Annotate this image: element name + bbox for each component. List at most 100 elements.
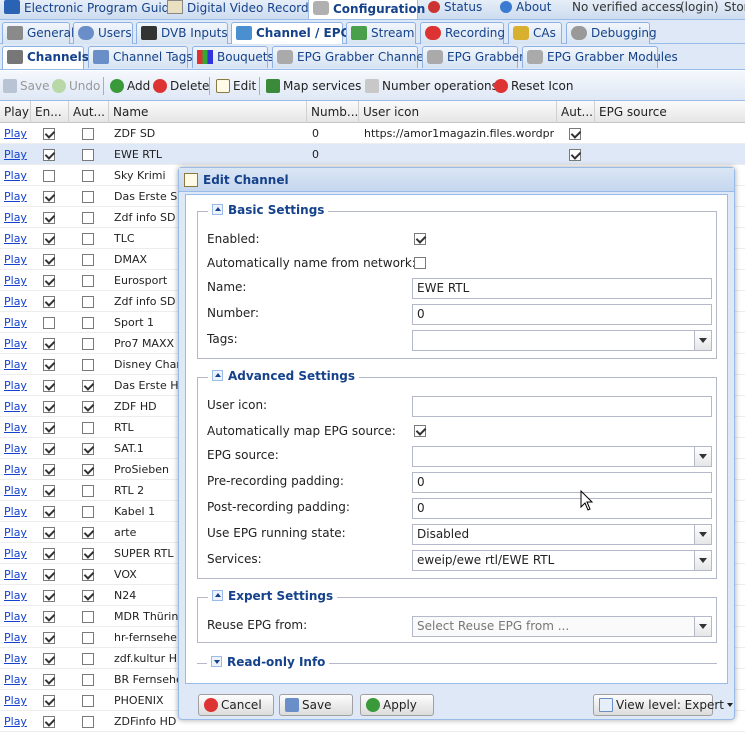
pre-padding-input[interactable]: 0 — [412, 472, 712, 493]
autoname-checkbox[interactable] — [82, 149, 94, 161]
auto-epg-checkbox[interactable] — [569, 149, 581, 161]
enabled-checkbox[interactable] — [43, 149, 55, 161]
play-link[interactable]: Play — [4, 312, 27, 333]
chevron-down-icon[interactable] — [694, 525, 711, 544]
name-input[interactable]: EWE RTL — [412, 278, 712, 299]
tab-general[interactable]: General — [2, 22, 74, 44]
chevron-down-icon[interactable] — [694, 617, 711, 636]
epg-source-select[interactable] — [412, 446, 712, 467]
enabled-checkbox[interactable] — [43, 632, 55, 644]
enabled-checkbox[interactable] — [43, 191, 55, 203]
play-link[interactable]: Play — [4, 417, 27, 438]
tab-epg-grabber-modules[interactable]: EPG Grabber Modules — [522, 46, 678, 68]
tab-status[interactable]: Status — [424, 0, 492, 19]
col-autoname[interactable]: Aut... — [69, 101, 109, 123]
enabled-checkbox[interactable] — [43, 212, 55, 224]
enabled-checkbox[interactable] — [43, 233, 55, 245]
enabled-checkbox[interactable] — [43, 317, 55, 329]
autoname-checkbox[interactable] — [82, 464, 94, 476]
autoname-checkbox[interactable] — [82, 296, 94, 308]
autoname-checkbox[interactable] — [82, 485, 94, 497]
autoname-checkbox[interactable] — [82, 380, 94, 392]
play-link[interactable]: Play — [4, 375, 27, 396]
add-button[interactable]: Add — [110, 78, 150, 94]
autoname-checkbox[interactable] — [82, 170, 94, 182]
edit-button[interactable]: Edit — [216, 78, 256, 94]
play-link[interactable]: Play — [4, 711, 27, 732]
col-name[interactable]: Name — [109, 101, 307, 123]
play-link[interactable]: Play — [4, 606, 27, 627]
play-link[interactable]: Play — [4, 396, 27, 417]
enabled-checkbox[interactable] — [43, 485, 55, 497]
enabled-checkbox[interactable] — [43, 275, 55, 287]
autoname-checkbox[interactable] — [82, 506, 94, 518]
number-input[interactable]: 0 — [412, 304, 712, 325]
enabled-checkbox[interactable] — [43, 611, 55, 623]
autoname-checkbox[interactable] — [82, 254, 94, 266]
apply-button[interactable]: Apply — [360, 694, 434, 716]
reuse-epg-select[interactable]: Select Reuse EPG from ... — [412, 616, 712, 637]
tab-debugging[interactable]: Debugging — [566, 22, 657, 44]
tab-epg[interactable]: Electronic Program Guide — [0, 0, 177, 19]
autoname-checkbox[interactable] — [82, 716, 94, 728]
enabled-checkbox[interactable] — [43, 548, 55, 560]
autoname-checkbox[interactable] — [82, 233, 94, 245]
autoname-checkbox[interactable] — [82, 653, 94, 665]
enabled-checkbox[interactable] — [43, 443, 55, 455]
expert-settings-legend[interactable]: Expert Settings — [208, 589, 338, 603]
tab-recording[interactable]: Recording — [420, 22, 505, 44]
autoname-checkbox[interactable] — [82, 548, 94, 560]
undo-button[interactable]: Undo — [52, 78, 100, 94]
play-link[interactable]: Play — [4, 648, 27, 669]
login-link[interactable]: (login) — [676, 0, 719, 19]
enabled-checkbox[interactable] — [43, 422, 55, 434]
chevron-down-icon[interactable] — [694, 447, 711, 466]
play-link[interactable]: Play — [4, 459, 27, 480]
enabled-checkbox[interactable] — [43, 170, 55, 182]
enabled-checkbox[interactable] — [43, 401, 55, 413]
play-link[interactable]: Play — [4, 270, 27, 291]
play-link[interactable]: Play — [4, 228, 27, 249]
play-link[interactable]: Play — [4, 333, 27, 354]
play-link[interactable]: Play — [4, 522, 27, 543]
autoname-checkbox[interactable] — [82, 359, 94, 371]
play-link[interactable]: Play — [4, 165, 27, 186]
play-link[interactable]: Play — [4, 627, 27, 648]
play-link[interactable]: Play — [4, 480, 27, 501]
tab-about[interactable]: About — [496, 0, 558, 19]
tab-stream[interactable]: Stream — [346, 22, 416, 44]
autoname-checkbox[interactable] — [82, 569, 94, 581]
tab-users[interactable]: Users — [73, 22, 133, 44]
tab-channel-epg[interactable]: Channel / EPG — [231, 22, 350, 45]
enabled-checkbox[interactable] — [43, 569, 55, 581]
tab-epg-grabber-channels[interactable]: EPG Grabber Channels — [272, 46, 433, 68]
autoname-checkbox[interactable] — [414, 257, 426, 269]
autoname-checkbox[interactable] — [82, 674, 94, 686]
col-number[interactable]: Numb... — [307, 101, 359, 123]
enabled-checkbox[interactable] — [414, 233, 426, 245]
enabled-checkbox[interactable] — [43, 695, 55, 707]
table-row[interactable]: Play EWE RTL 0 — [0, 144, 745, 165]
map-services-button[interactable]: Map services ▾ — [266, 78, 369, 94]
enabled-checkbox[interactable] — [43, 674, 55, 686]
tab-dvb-inputs[interactable]: DVB Inputs — [136, 22, 228, 44]
view-level-button[interactable]: View level: Expert — [593, 694, 734, 716]
tab-channels[interactable]: Channels — [2, 46, 89, 69]
enabled-checkbox[interactable] — [43, 380, 55, 392]
play-link[interactable]: Play — [4, 186, 27, 207]
play-link[interactable]: Play — [4, 438, 27, 459]
chevron-down-icon[interactable] — [694, 331, 711, 350]
enabled-checkbox[interactable] — [43, 653, 55, 665]
enabled-checkbox[interactable] — [43, 527, 55, 539]
enabled-checkbox[interactable] — [43, 254, 55, 266]
play-link[interactable]: Play — [4, 249, 27, 270]
autoname-checkbox[interactable] — [82, 128, 94, 140]
tags-select[interactable] — [412, 330, 712, 351]
readonly-info-legend[interactable]: Read-only Info — [207, 655, 330, 669]
autoname-checkbox[interactable] — [82, 212, 94, 224]
autoname-checkbox[interactable] — [82, 275, 94, 287]
running-state-select[interactable]: Disabled — [412, 524, 712, 545]
autoname-checkbox[interactable] — [82, 422, 94, 434]
col-play[interactable]: Play — [0, 101, 31, 123]
dialog-title-bar[interactable]: Edit Channel — [179, 168, 734, 192]
